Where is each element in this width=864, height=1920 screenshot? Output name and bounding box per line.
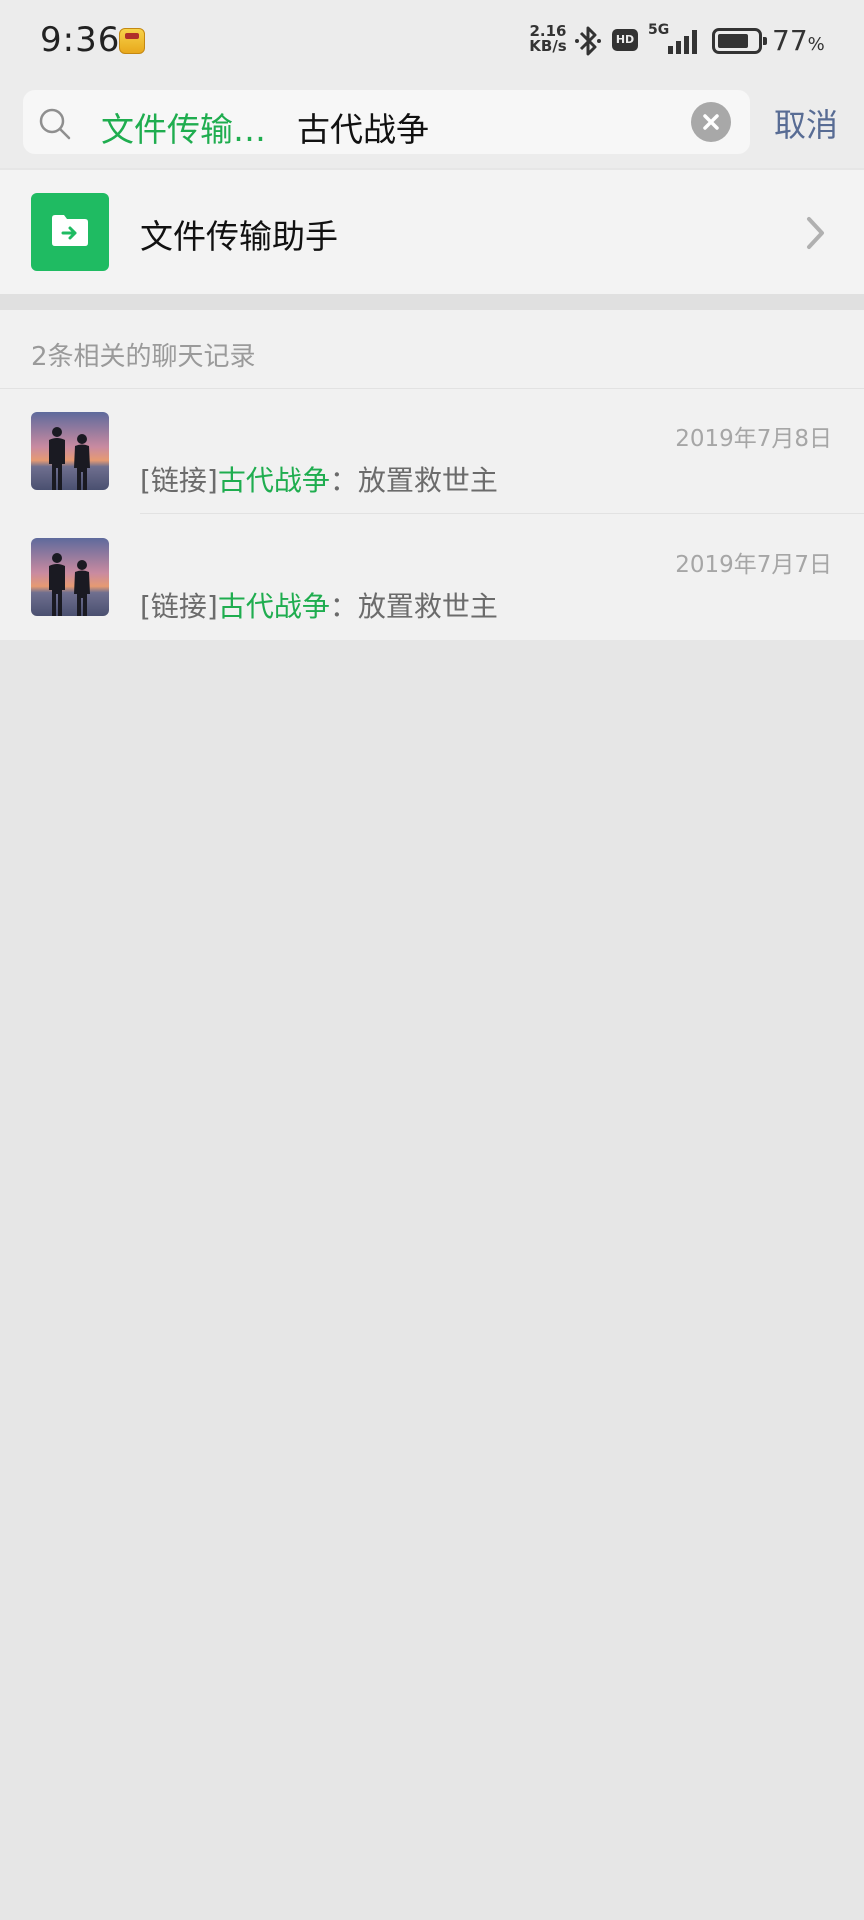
status-time: 9:36 <box>40 20 121 60</box>
cancel-button[interactable]: 取消 <box>774 100 838 146</box>
contact-result-file-transfer[interactable]: 文件传输助手 <box>0 170 864 294</box>
close-icon <box>703 114 719 130</box>
avatar <box>31 538 109 616</box>
chat-record-item[interactable]: 2019年7月8日 [链接]古代战争：放置救世主 <box>0 389 864 514</box>
network-speed-unit: KB/s <box>529 37 567 55</box>
avatar <box>31 412 109 490</box>
signal-strength-icon <box>668 30 697 54</box>
battery-percentage: 77% <box>772 24 825 57</box>
keyword-highlight: 古代战争 <box>217 590 330 623</box>
section-divider <box>0 294 864 310</box>
divider <box>140 513 864 514</box>
chevron-right-icon <box>807 217 824 249</box>
couple-silhouette-avatar-image <box>31 538 109 616</box>
chat-record-item[interactable]: 2019年7月7日 [链接]古代战争：放置救世主 <box>0 515 864 640</box>
chat-records-section: 2条相关的聊天记录 2019年7月8日 [链接]古代战争：放置救世主 2019年… <box>0 310 864 640</box>
battery-icon <box>712 28 767 54</box>
search-icon <box>39 108 71 140</box>
network-speed: 2.16 KB/s <box>526 24 570 54</box>
record-snippet: [链接]古代战争：放置救世主 <box>140 590 498 623</box>
bluetooth-icon <box>575 26 601 56</box>
keyword-highlight: 古代战争 <box>217 464 330 497</box>
record-date: 2019年7月7日 <box>675 552 832 578</box>
record-snippet: [链接]古代战争：放置救世主 <box>140 464 498 497</box>
hd-voice-badge: HD <box>612 29 638 51</box>
search-bar: 文件传输… 古代战争 取消 <box>0 84 864 168</box>
contact-name: 文件传输助手 <box>140 217 338 256</box>
network-type: 5G <box>648 22 670 38</box>
clear-search-button[interactable] <box>691 102 731 142</box>
search-input[interactable]: 文件传输… 古代战争 <box>23 90 750 154</box>
app-notification-icon <box>119 28 145 54</box>
folder-icon <box>52 215 88 246</box>
record-date: 2019年7月8日 <box>675 426 832 452</box>
search-query-text[interactable]: 古代战争 <box>297 103 429 151</box>
search-scope-tag[interactable]: 文件传输… <box>101 103 266 151</box>
couple-silhouette-avatar-image <box>31 412 109 490</box>
status-bar: 9:36 2.16 KB/s HD 5G 77% <box>0 0 864 84</box>
chat-records-header: 2条相关的聊天记录 <box>31 342 256 372</box>
file-transfer-avatar <box>31 193 109 271</box>
